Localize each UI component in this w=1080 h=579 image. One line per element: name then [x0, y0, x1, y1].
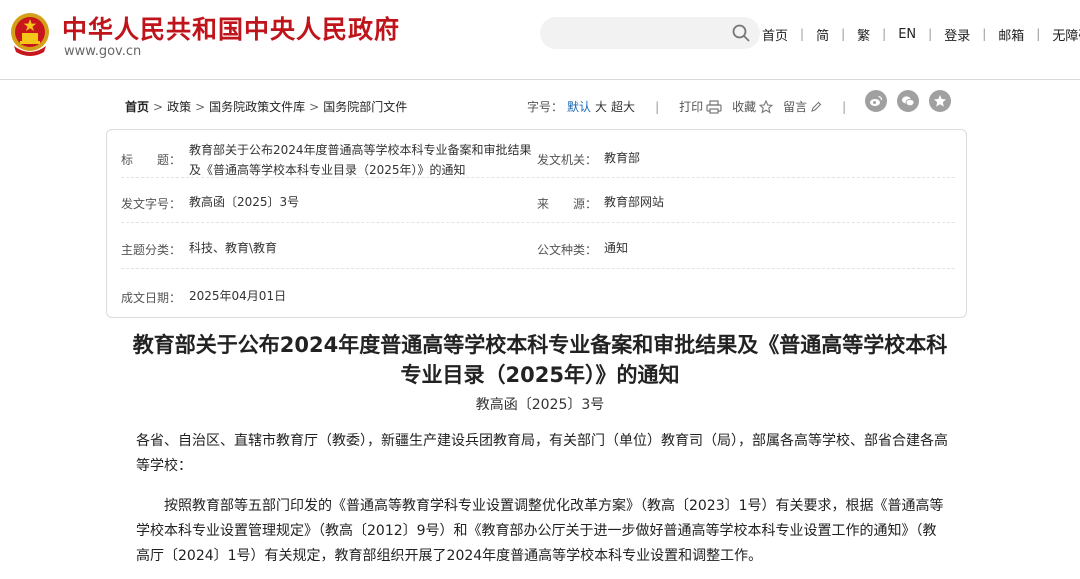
breadcrumb-separator: > [195, 100, 206, 114]
favorite-label: 收藏 [732, 100, 757, 114]
article-tools: 字号： 默认 大 超大 | 打印 收藏 留言 | [527, 98, 866, 115]
share-buttons [865, 90, 951, 112]
breadcrumb-policy[interactable]: 政策 [167, 100, 191, 114]
doc-type-label: 公文种类： [537, 243, 598, 257]
topic-label: 主题分类： [121, 243, 182, 257]
source-label: 来 源： [537, 197, 598, 211]
date-label: 成文日期： [121, 291, 182, 305]
doc-number-label: 发文字号： [121, 197, 182, 211]
star-icon [759, 99, 774, 114]
nav-traditional[interactable]: 繁 [857, 25, 870, 44]
breadcrumb-separator: > [153, 100, 164, 114]
search-icon[interactable] [732, 24, 750, 42]
info-row-title: 标 题： 教育部关于公布2024年度普通高等学校本科专业备案和审批结果及《普通高… [121, 130, 955, 178]
site-title[interactable]: 中华人民共和国中央人民政府 [62, 10, 400, 46]
nav-divider: | [982, 27, 987, 41]
breadcrumb-separator: > [309, 100, 320, 114]
qzone-icon[interactable] [929, 90, 951, 112]
print-label: 打印 [679, 100, 704, 114]
comment-button[interactable]: 留言 [783, 98, 822, 115]
topic-value: 科技、教育\教育 [189, 241, 278, 255]
title-value: 教育部关于公布2024年度普通高等学校本科专业备案和审批结果及《普通高等学校本科… [189, 143, 532, 177]
info-row-topic: 主题分类： 科技、教育\教育 公文种类： 通知 [121, 223, 955, 269]
nav-accessibility[interactable]: 无障碍 [1052, 25, 1080, 44]
font-size-default[interactable]: 默认 [567, 98, 591, 115]
wechat-icon[interactable] [897, 90, 919, 112]
font-size-label: 字号： [527, 100, 564, 114]
date-value: 2025年04月01日 [189, 289, 287, 303]
doc-number-value: 教高函〔2025〕3号 [189, 195, 300, 209]
breadcrumb-policy-library[interactable]: 国务院政策文件库 [209, 100, 305, 114]
font-size-large[interactable]: 大 [595, 98, 607, 115]
nav-home[interactable]: 首页 [762, 25, 788, 44]
tools-divider: | [842, 99, 847, 114]
print-button[interactable]: 打印 [679, 98, 722, 115]
doc-type-value: 通知 [604, 241, 629, 255]
nav-login[interactable]: 登录 [944, 25, 970, 44]
article-title: 教育部关于公布2024年度普通高等学校本科专业备案和审批结果及《普通高等学校本科… [132, 333, 948, 387]
nav-english[interactable]: EN [898, 27, 916, 42]
nav-divider: | [928, 27, 933, 41]
document-info-table: 标 题： 教育部关于公布2024年度普通高等学校本科专业备案和审批结果及《普通高… [106, 129, 967, 318]
national-emblem-icon[interactable] [8, 10, 52, 58]
site-header: 中华人民共和国中央人民政府 www.gov.cn 首页 | 简 | 繁 | EN… [0, 0, 1080, 80]
title-label: 标 题： [121, 153, 182, 167]
search-input[interactable] [540, 17, 720, 49]
nav-simplified[interactable]: 简 [816, 25, 829, 44]
issuer-label: 发文机关： [537, 153, 598, 167]
source-value: 教育部网站 [604, 195, 665, 209]
breadcrumb-department-docs[interactable]: 国务院部门文件 [323, 100, 407, 114]
article-paragraph: 各省、自治区、直辖市教育厅（教委），新疆生产建设兵团教育局，有关部门（单位）教育… [136, 433, 948, 474]
breadcrumb-home[interactable]: 首页 [125, 100, 149, 114]
pencil-icon [811, 101, 822, 112]
tools-divider: | [655, 99, 660, 114]
font-size-xlarge[interactable]: 超大 [611, 98, 635, 115]
nav-mail[interactable]: 邮箱 [998, 25, 1024, 44]
nav-divider: | [841, 27, 846, 41]
toolbar: 首页 > 政策 > 国务院政策文件库 > 国务院部门文件 字号： 默认 大 超大 | 打印 … [125, 90, 955, 116]
article-doc-number: 教高函〔2025〕3号 [475, 397, 605, 413]
info-row-docno: 发文字号： 教高函〔2025〕3号 来 源： 教育部网站 [121, 178, 955, 223]
nav-divider: | [800, 27, 805, 41]
issuer-value: 教育部 [604, 151, 641, 165]
favorite-button[interactable]: 收藏 [732, 98, 774, 115]
article-paragraph: 按照教育部等五部门印发的《普通高等教育学科专业设置调整优化改革方案》（教高〔20… [136, 498, 944, 564]
comment-label: 留言 [783, 100, 808, 114]
printer-icon [706, 99, 722, 114]
nav-divider: | [1036, 27, 1041, 41]
top-nav: 首页 | 简 | 繁 | EN | 登录 | 邮箱 | 无障碍 [762, 24, 1080, 44]
search-box [540, 17, 760, 49]
breadcrumb: 首页 > 政策 > 国务院政策文件库 > 国务院部门文件 [125, 98, 407, 115]
nav-divider: | [882, 27, 887, 41]
site-url[interactable]: www.gov.cn [64, 44, 141, 59]
weibo-icon[interactable] [865, 90, 887, 112]
info-row-date: 成文日期： 2025年04月01日 [121, 269, 955, 317]
